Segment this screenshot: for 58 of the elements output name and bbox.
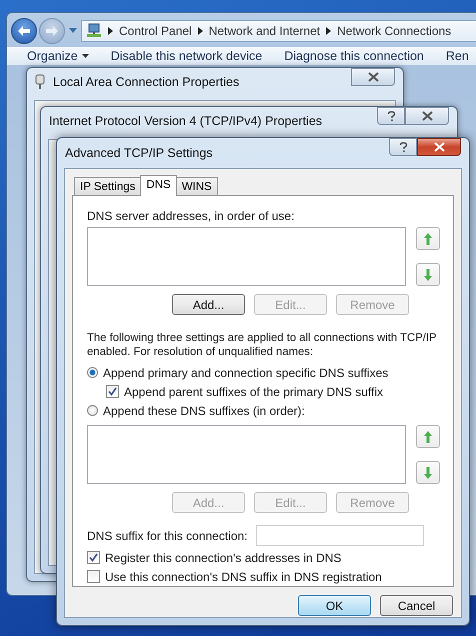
help-icon: [398, 142, 408, 152]
move-down-button[interactable]: [416, 461, 440, 484]
option-label: Append parent suffixes of the primary DNS suffix: [124, 384, 384, 398]
network-icon: [86, 23, 102, 39]
close-icon: [422, 111, 432, 121]
caret-icon[interactable]: [69, 28, 77, 34]
chevron-icon[interactable]: [108, 27, 113, 35]
close-icon: [368, 72, 378, 82]
move-up-button[interactable]: [416, 425, 440, 448]
toolbar-button[interactable]: Organize: [27, 49, 89, 63]
back-button[interactable]: [11, 18, 37, 44]
window-title: Advanced TCP/IP Settings: [65, 146, 213, 160]
toolbar-button[interactable]: Ren: [446, 49, 469, 63]
option-label: Append primary and connection specific DNS suffixes: [103, 366, 388, 380]
field-label: DNS suffix for this connection:: [87, 528, 248, 542]
suffix-field[interactable]: [256, 525, 424, 546]
breadcrumb-item[interactable]: Control Panel: [119, 24, 192, 38]
option-label: Append these DNS suffixes (in order):: [103, 404, 305, 418]
address-bar[interactable]: Control Panel Network and Internet Network Connections: [81, 20, 476, 42]
radio-button[interactable]: [87, 367, 98, 378]
arrow-down-icon: [423, 466, 433, 480]
tab[interactable]: WINS: [176, 177, 218, 195]
help-icon: [386, 110, 396, 122]
option-label: Use this connection's DNS suffix in DNS registration: [105, 570, 382, 584]
dialog-button[interactable]: Cancel: [380, 595, 453, 616]
chevron-icon[interactable]: [326, 27, 332, 35]
arrow-down-icon: [423, 268, 433, 282]
move-down-button[interactable]: [416, 263, 440, 286]
arrow-left-icon: [17, 25, 31, 37]
checkbox[interactable]: [106, 385, 119, 398]
checkbox[interactable]: [87, 570, 100, 583]
list-button[interactable]: Add...: [172, 294, 245, 315]
close-icon: [434, 142, 444, 152]
checkbox[interactable]: [87, 551, 100, 564]
move-up-button[interactable]: [416, 227, 440, 250]
note-text: The following three settings are applied to all connections with TCP/IP enabled. For resolution of unqualified names:: [87, 331, 438, 359]
breadcrumb-item[interactable]: Network Connections: [337, 24, 452, 38]
window-title: Local Area Connection Properties: [53, 75, 240, 89]
radio-button[interactable]: [87, 405, 98, 416]
option-label: Register this connection's addresses in DNS: [105, 550, 342, 564]
toolbar-button[interactable]: Diagnose this connection: [284, 49, 424, 63]
close-button[interactable]: [417, 138, 461, 156]
close-button[interactable]: [351, 68, 395, 86]
dialog-button[interactable]: OK: [298, 595, 371, 616]
arrow-up-icon: [423, 232, 433, 246]
chevron-icon[interactable]: [198, 27, 203, 35]
toolbar-button[interactable]: Disable this network device: [110, 49, 262, 63]
help-button[interactable]: [389, 138, 417, 156]
tab[interactable]: IP Settings: [74, 177, 142, 195]
list-label: DNS server addresses, in order of use:: [87, 209, 296, 223]
tab[interactable]: DNS: [140, 175, 177, 196]
window-title: Internet Protocol Version 4 (TCP/IPv4) Properties: [49, 114, 322, 128]
arrow-right-icon: [45, 25, 59, 37]
arrow-up-icon: [423, 430, 433, 444]
help-button[interactable]: [377, 107, 405, 125]
close-button[interactable]: [405, 107, 449, 125]
breadcrumb-item[interactable]: Network and Internet: [208, 24, 320, 38]
plug-icon: [35, 74, 45, 90]
